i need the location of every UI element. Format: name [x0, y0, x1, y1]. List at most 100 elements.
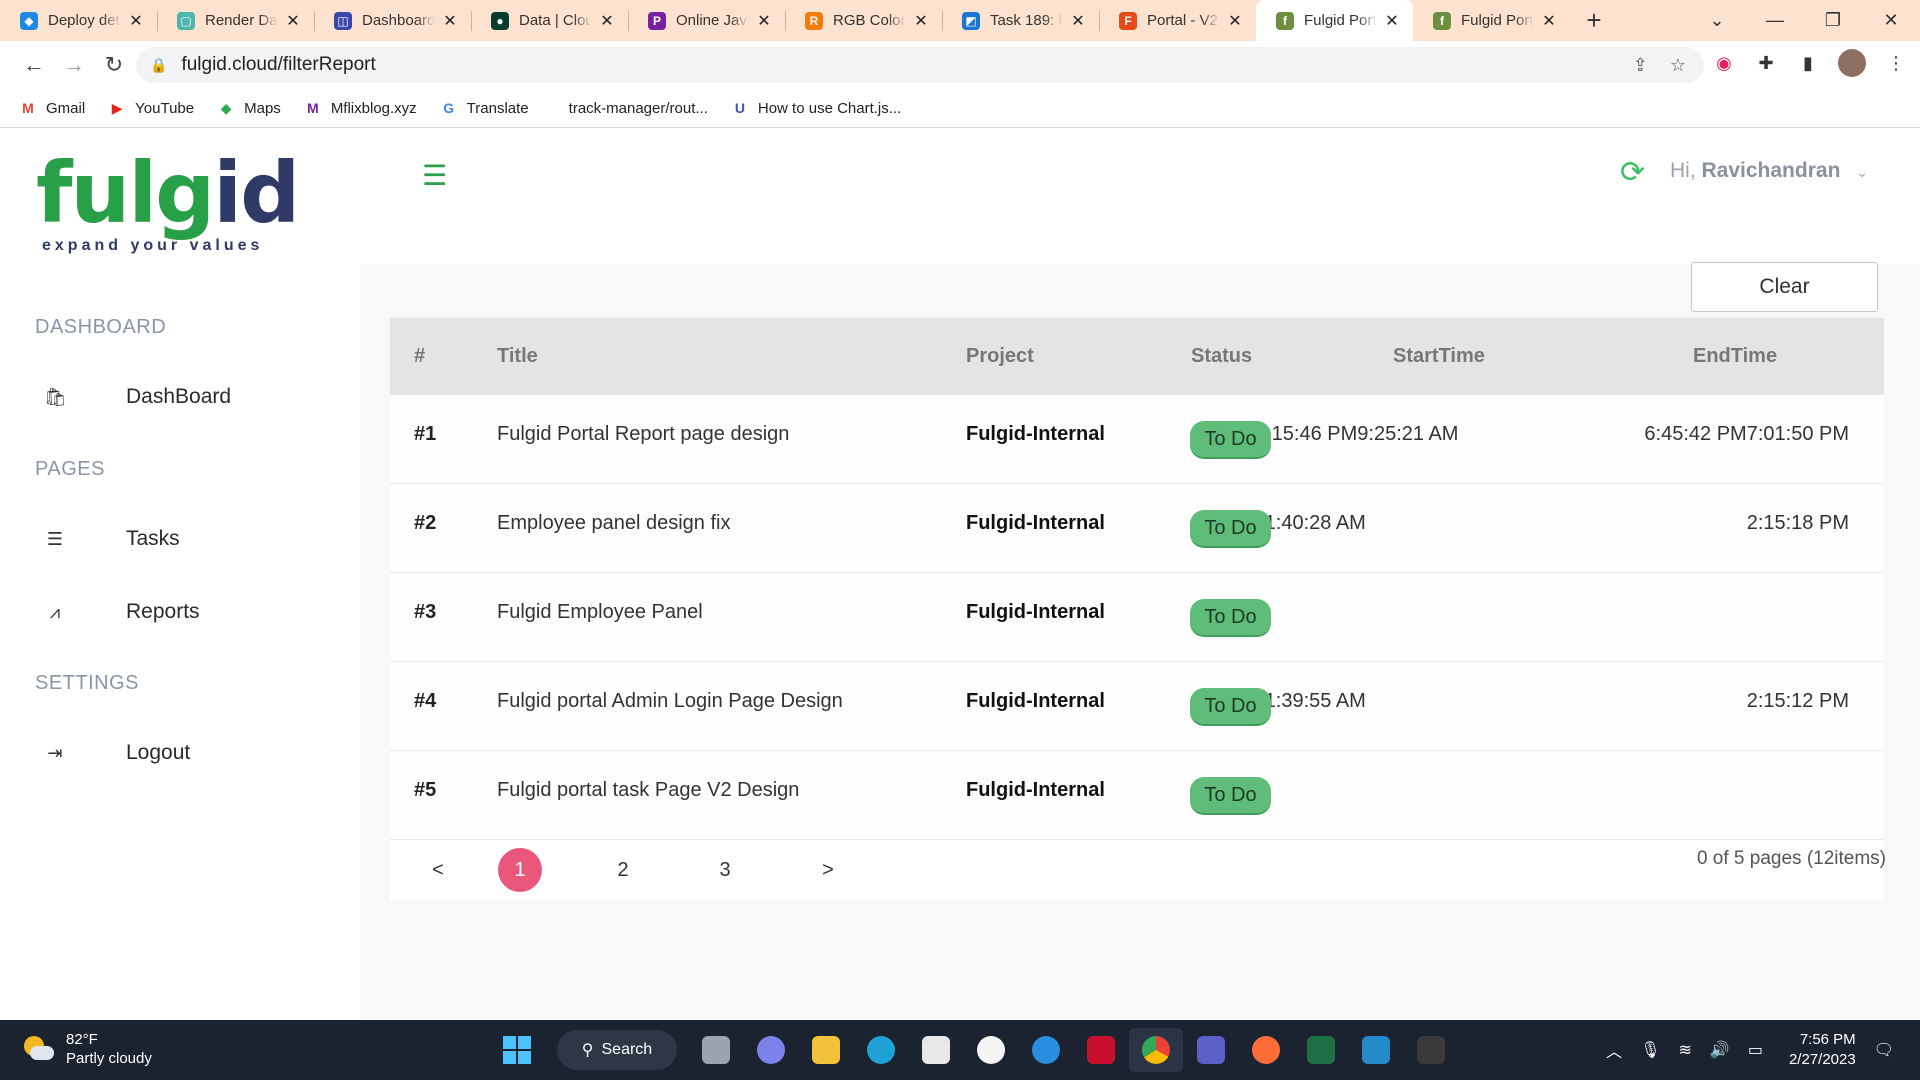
- browser-tab[interactable]: F Portal - V2 ✕: [1099, 0, 1256, 41]
- hamburger-menu-icon[interactable]: ☰: [422, 159, 447, 192]
- status-badge[interactable]: To Do: [1190, 599, 1271, 637]
- vscode-icon[interactable]: [1349, 1028, 1403, 1072]
- bookmark-item[interactable]: ▶ YouTube: [107, 100, 194, 117]
- task-view-icon[interactable]: [689, 1028, 743, 1072]
- bookmark-star-icon[interactable]: ☆: [1670, 55, 1686, 76]
- forward-button[interactable]: →: [54, 52, 94, 78]
- volume-icon[interactable]: 🔊: [1710, 1040, 1730, 1060]
- browser-tab[interactable]: P Online JavaScript ✕: [628, 0, 785, 41]
- terminal-icon[interactable]: [1404, 1028, 1458, 1072]
- column-header-project[interactable]: Project: [966, 345, 1034, 368]
- teams-chat-icon[interactable]: [744, 1028, 798, 1072]
- profile-avatar[interactable]: [1838, 49, 1866, 77]
- url-bar[interactable]: 🔒 fulgid.cloud/filterReport ⇪ ☆: [136, 47, 1704, 83]
- browser-tab[interactable]: ◫ Dashboard ✕: [314, 0, 471, 41]
- tab-close-icon[interactable]: ✕: [284, 11, 302, 31]
- sync-icon[interactable]: ⟳: [1620, 155, 1645, 190]
- bookmark-item[interactable]: G Translate: [439, 100, 528, 117]
- sidebar-item-dashboard[interactable]: 🛍 DashBoard: [44, 385, 231, 409]
- tab-close-icon[interactable]: ✕: [1226, 11, 1244, 31]
- tab-search-icon[interactable]: ⌄: [1688, 0, 1746, 41]
- battery-icon[interactable]: ▭: [1748, 1040, 1763, 1060]
- next-page-button[interactable]: >: [806, 848, 850, 892]
- column-header-starttime[interactable]: StartTime: [1393, 345, 1485, 368]
- start-button[interactable]: [490, 1028, 544, 1072]
- side-panel-icon[interactable]: ▮: [1796, 51, 1820, 75]
- status-badge[interactable]: To Do: [1190, 688, 1271, 726]
- browser-tab[interactable]: R RGB Color Codes ✕: [785, 0, 942, 41]
- taskbar-search[interactable]: ⚲ Search: [557, 1030, 677, 1070]
- excel-icon[interactable]: [1294, 1028, 1348, 1072]
- tab-close-icon[interactable]: ✕: [127, 11, 145, 31]
- bookmark-item[interactable]: U How to use Chart.js...: [730, 100, 901, 117]
- notifications-icon[interactable]: 🗨: [1874, 1040, 1894, 1060]
- help-icon[interactable]: [1019, 1028, 1073, 1072]
- browser-tab[interactable]: f Fulgid Portal ✕: [1256, 0, 1413, 41]
- chevron-up-icon[interactable]: ︿: [1606, 1038, 1622, 1062]
- sidebar-item-reports[interactable]: ⩘ Reports: [44, 600, 200, 624]
- back-button[interactable]: ←: [14, 52, 54, 78]
- chrome-icon[interactable]: [1129, 1028, 1183, 1072]
- close-window-button[interactable]: ✕: [1862, 0, 1920, 41]
- table-row[interactable]: #4 Fulgid portal Admin Login Page Design F…: [390, 662, 1884, 751]
- lock-icon[interactable]: 🔒: [150, 57, 167, 74]
- github-icon[interactable]: [964, 1028, 1018, 1072]
- tab-close-icon[interactable]: ✕: [1540, 11, 1558, 31]
- weather-widget[interactable]: 82°F Partly cloudy: [22, 1030, 152, 1068]
- share-icon[interactable]: ⇪: [1633, 55, 1648, 76]
- prev-page-button[interactable]: <: [416, 848, 460, 892]
- column-header-endtime[interactable]: EndTime: [1693, 345, 1777, 368]
- browser-tab[interactable]: ◆ Deploy details ✕: [0, 0, 157, 41]
- clear-button[interactable]: Clear: [1691, 262, 1878, 312]
- file-explorer-icon[interactable]: [799, 1028, 853, 1072]
- page-button-2[interactable]: 2: [601, 848, 645, 892]
- bookmark-item[interactable]: ◆ Maps: [216, 100, 281, 117]
- browser-tab[interactable]: f Fulgid Portal ✕: [1413, 0, 1570, 41]
- tab-close-icon[interactable]: ✕: [598, 11, 616, 31]
- mic-muted-icon[interactable]: 🎙: [1640, 1040, 1660, 1060]
- tab-close-icon[interactable]: ✕: [1069, 11, 1087, 31]
- teams-icon[interactable]: [1184, 1028, 1238, 1072]
- column-header-title[interactable]: Title: [497, 345, 538, 368]
- page-button-3[interactable]: 3: [703, 848, 747, 892]
- tab-close-icon[interactable]: ✕: [912, 11, 930, 31]
- edge-icon[interactable]: [854, 1028, 908, 1072]
- column-header-num[interactable]: #: [414, 345, 425, 368]
- user-menu[interactable]: Hi, Ravichandran ⌄: [1670, 159, 1868, 183]
- new-tab-button[interactable]: +: [1574, 0, 1614, 41]
- minimize-button[interactable]: —: [1746, 0, 1804, 41]
- sidebar-item-tasks[interactable]: ☰ Tasks: [44, 527, 180, 551]
- tab-close-icon[interactable]: ✕: [1383, 11, 1401, 31]
- tab-title: Deploy details: [48, 12, 121, 29]
- status-badge[interactable]: To Do: [1190, 510, 1271, 548]
- clock[interactable]: 7:56 PM 2/27/2023: [1789, 1030, 1856, 1070]
- status-badge[interactable]: To Do: [1190, 421, 1271, 459]
- bookmark-item[interactable]: track-manager/rout...: [551, 100, 708, 117]
- tab-close-icon[interactable]: ✕: [441, 11, 459, 31]
- clock-date: 2/27/2023: [1788, 1051, 1856, 1068]
- column-header-status[interactable]: Status: [1191, 345, 1252, 368]
- bookmark-item[interactable]: M Mflixblog.xyz: [303, 100, 417, 117]
- table-row[interactable]: #1 Fulgid Portal Report page design Fulgid…: [390, 395, 1884, 484]
- reload-button[interactable]: ↻: [94, 52, 134, 78]
- page-button-1[interactable]: 1: [498, 848, 542, 892]
- postman-icon[interactable]: [1239, 1028, 1293, 1072]
- browser-tab[interactable]: ● Data | Cloud ✕: [471, 0, 628, 41]
- status-badge[interactable]: To Do: [1190, 777, 1271, 815]
- browser-tab[interactable]: ▢ Render Dashboard ✕: [157, 0, 314, 41]
- sidebar-item-logout[interactable]: ⇥ Logout: [44, 741, 190, 765]
- color-picker-extension-icon[interactable]: ◉: [1712, 51, 1736, 75]
- mcafee-icon[interactable]: [1074, 1028, 1128, 1072]
- extensions-puzzle-icon[interactable]: ✚: [1754, 51, 1778, 75]
- bookmark-item[interactable]: M Gmail: [18, 100, 85, 117]
- restore-button[interactable]: ❐: [1804, 0, 1862, 41]
- table-row[interactable]: #3 Fulgid Employee Panel Fulgid-Internal To…: [390, 573, 1884, 662]
- tab-close-icon[interactable]: ✕: [755, 11, 773, 31]
- fulgid-logo[interactable]: fulgid expand your values: [36, 151, 300, 255]
- browser-menu-icon[interactable]: ⋮: [1884, 51, 1908, 75]
- store-icon[interactable]: [909, 1028, 963, 1072]
- wifi-icon[interactable]: ≋: [1679, 1040, 1692, 1060]
- table-row[interactable]: #5 Fulgid portal task Page V2 Design Fulgi…: [390, 751, 1884, 840]
- browser-tab[interactable]: ◩ Task 189: Fulgid ✕: [942, 0, 1099, 41]
- table-row[interactable]: #2 Employee panel design fix Fulgid-Intern…: [390, 484, 1884, 573]
